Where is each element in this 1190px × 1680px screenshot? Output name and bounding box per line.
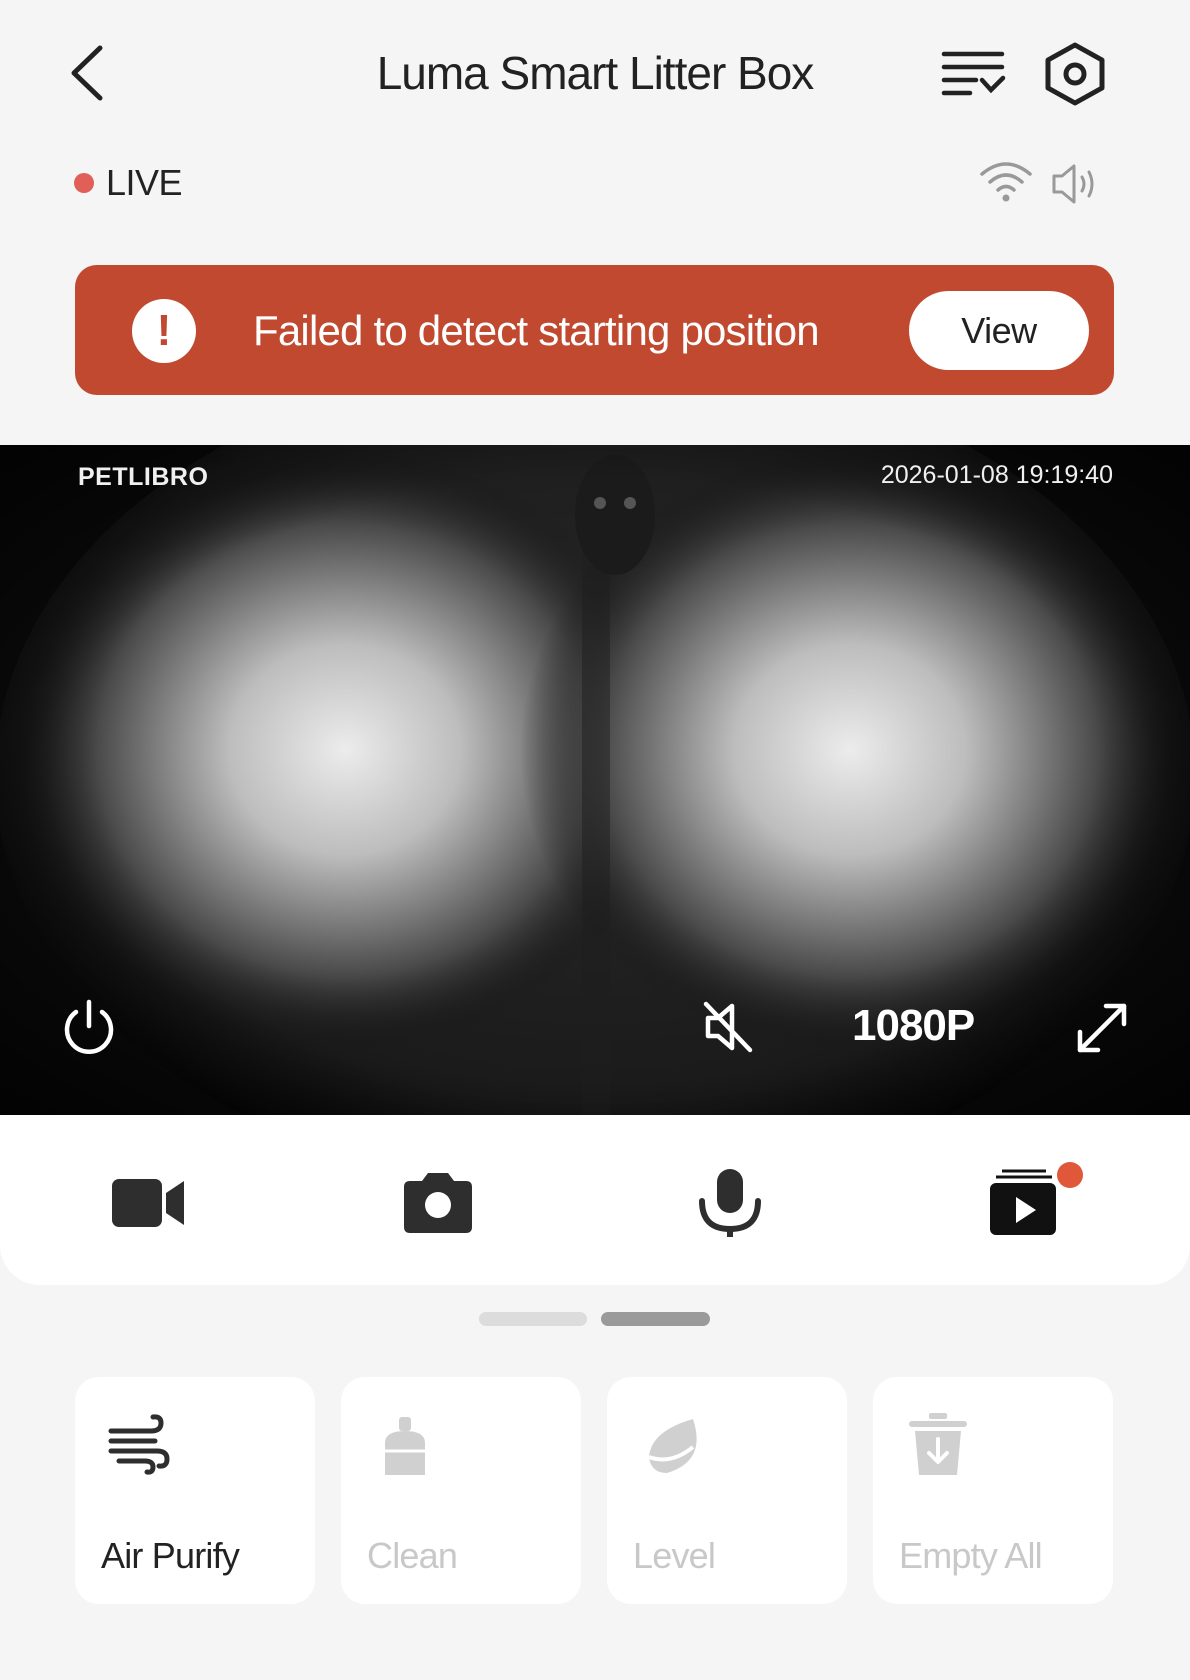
clean-button[interactable]: Clean — [341, 1377, 581, 1604]
air-purify-button[interactable]: Air Purify — [75, 1377, 315, 1604]
air-purify-label: Air Purify — [101, 1535, 240, 1576]
alert-banner: ! Failed to detect starting position Vie… — [75, 265, 1114, 395]
brush-icon — [385, 1417, 425, 1475]
video-brand-watermark: PETLIBRO — [78, 463, 209, 491]
camera-image — [0, 445, 1190, 1115]
view-button[interactable]: View — [909, 291, 1089, 370]
app-screen: Luma Smart Litter Box LIVE ! Failed to d… — [0, 0, 1190, 1680]
page-indicator-2[interactable] — [601, 1312, 710, 1326]
speaker-icon[interactable] — [1050, 160, 1104, 208]
live-video-feed[interactable]: PETLIBRO 2026-01-08 19:19:40 1080P — [0, 445, 1190, 1115]
header: Luma Smart Litter Box — [0, 0, 1190, 150]
empty-all-label: Empty All — [899, 1535, 1043, 1576]
resolution-toggle[interactable]: 1080P — [852, 1001, 975, 1051]
microphone-icon[interactable] — [692, 1167, 768, 1237]
hex-settings-icon[interactable] — [1042, 42, 1108, 106]
page-title: Luma Smart Litter Box — [376, 47, 815, 99]
live-label: LIVE — [106, 162, 183, 203]
mute-icon[interactable] — [700, 998, 758, 1056]
page-indicator-1[interactable] — [479, 1312, 587, 1326]
playback-icon[interactable] — [988, 1167, 1064, 1237]
level-button[interactable]: Level — [607, 1377, 847, 1604]
list-check-icon[interactable] — [940, 42, 1006, 106]
wind-icon — [108, 1414, 170, 1475]
trash-icon — [909, 1413, 967, 1475]
video-timestamp: 2026-01-08 19:19:40 — [880, 461, 1113, 489]
clean-label: Clean — [367, 1535, 458, 1576]
notification-badge — [1057, 1162, 1083, 1188]
empty-all-button[interactable]: Empty All — [873, 1377, 1113, 1604]
level-label: Level — [633, 1535, 716, 1576]
fullscreen-icon[interactable] — [1072, 998, 1132, 1058]
power-icon[interactable] — [60, 998, 118, 1056]
alert-icon: ! — [132, 299, 196, 363]
camera-snapshot-icon[interactable] — [400, 1167, 476, 1237]
live-dot — [74, 173, 94, 193]
level-icon — [648, 1419, 697, 1473]
alert-message: Failed to detect starting position — [253, 307, 820, 354]
wifi-icon — [980, 162, 1032, 202]
live-indicator: LIVE — [74, 162, 183, 204]
video-record-icon[interactable] — [110, 1167, 186, 1237]
camera-controls — [0, 1115, 1190, 1285]
